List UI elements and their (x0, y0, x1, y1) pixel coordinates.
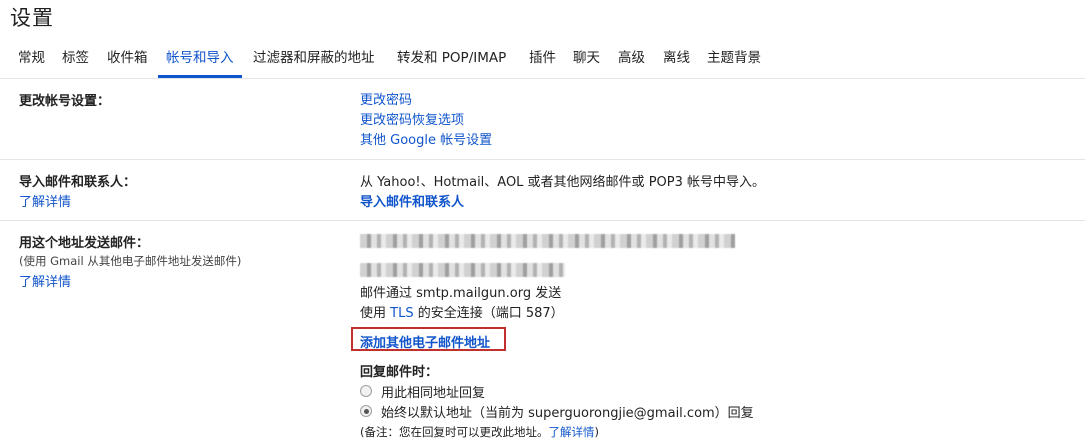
redacted-address-2 (360, 263, 565, 277)
redacted-address-1 (360, 234, 735, 248)
import-learn-more-link[interactable]: 了解详情 (19, 191, 71, 210)
secure-connection-text: 使用 TLS 的安全连接（端口 587） (360, 306, 564, 321)
tab-inbox[interactable]: 收件箱 (107, 44, 148, 75)
tab-addons[interactable]: 插件 (529, 44, 556, 75)
import-label: 导入邮件和联系人： (19, 175, 137, 190)
tab-chat[interactable]: 聊天 (573, 44, 600, 75)
tab-offline[interactable]: 离线 (663, 44, 690, 75)
tab-labels[interactable]: 标签 (62, 44, 89, 75)
import-section: 导入邮件和联系人： 了解详情 从 Yahoo!、Hotmail、AOL 或者其他… (0, 160, 1085, 221)
tab-themes[interactable]: 主题背景 (707, 44, 761, 75)
tab-advanced[interactable]: 高级 (618, 44, 645, 75)
tab-accounts-import[interactable]: 帐号和导入 (158, 44, 242, 78)
send-as-learn-more-link[interactable]: 了解详情 (19, 271, 71, 290)
tab-forwarding-pop-imap[interactable]: 转发和 POP/IMAP (397, 44, 506, 75)
reply-default-address-radio[interactable] (360, 405, 372, 417)
reply-default-address-label[interactable]: 始终以默认地址（当前为 superguorongjie@gmail.com）回复 (381, 402, 754, 421)
other-google-account-settings-link[interactable]: 其他 Google 帐号设置 (360, 129, 492, 148)
add-email-highlight: 添加其他电子邮件地址 (351, 327, 506, 351)
reply-same-address-radio[interactable] (360, 385, 372, 397)
add-email-address-link[interactable]: 添加其他电子邮件地址 (360, 332, 490, 351)
settings-tabs: 常规 标签 收件箱 帐号和导入 过滤器和屏蔽的地址 转发和 POP/IMAP 插… (0, 44, 1085, 79)
tls-link[interactable]: TLS (390, 306, 413, 321)
reply-note: (备注：您在回复时可以更改此地址。了解详情) (360, 425, 599, 439)
page-title: 设置 (10, 6, 54, 30)
tab-general[interactable]: 常规 (18, 44, 45, 75)
reply-same-address-label[interactable]: 用此相同地址回复 (381, 382, 485, 401)
reply-note-learn-more-link[interactable]: 了解详情 (549, 425, 595, 439)
tab-filters[interactable]: 过滤器和屏蔽的地址 (253, 44, 375, 75)
send-as-label: 用这个地址发送邮件： (19, 236, 150, 251)
change-account-label: 更改帐号设置： (19, 94, 111, 109)
import-description: 从 Yahoo!、Hotmail、AOL 或者其他网络邮件或 POP3 帐号中导… (360, 175, 766, 190)
change-password-link[interactable]: 更改密码 (360, 89, 412, 108)
send-as-subtext: (使用 Gmail 从其他电子邮件地址发送邮件) (19, 254, 242, 268)
change-account-section: 更改帐号设置： 更改密码 更改密码恢复选项 其他 Google 帐号设置 (0, 79, 1085, 160)
import-mail-contacts-link[interactable]: 导入邮件和联系人 (360, 191, 464, 210)
change-recovery-options-link[interactable]: 更改密码恢复选项 (360, 109, 464, 128)
smtp-server-text: 邮件通过 smtp.mailgun.org 发送 (360, 286, 562, 301)
reply-heading: 回复邮件时： (360, 365, 439, 380)
